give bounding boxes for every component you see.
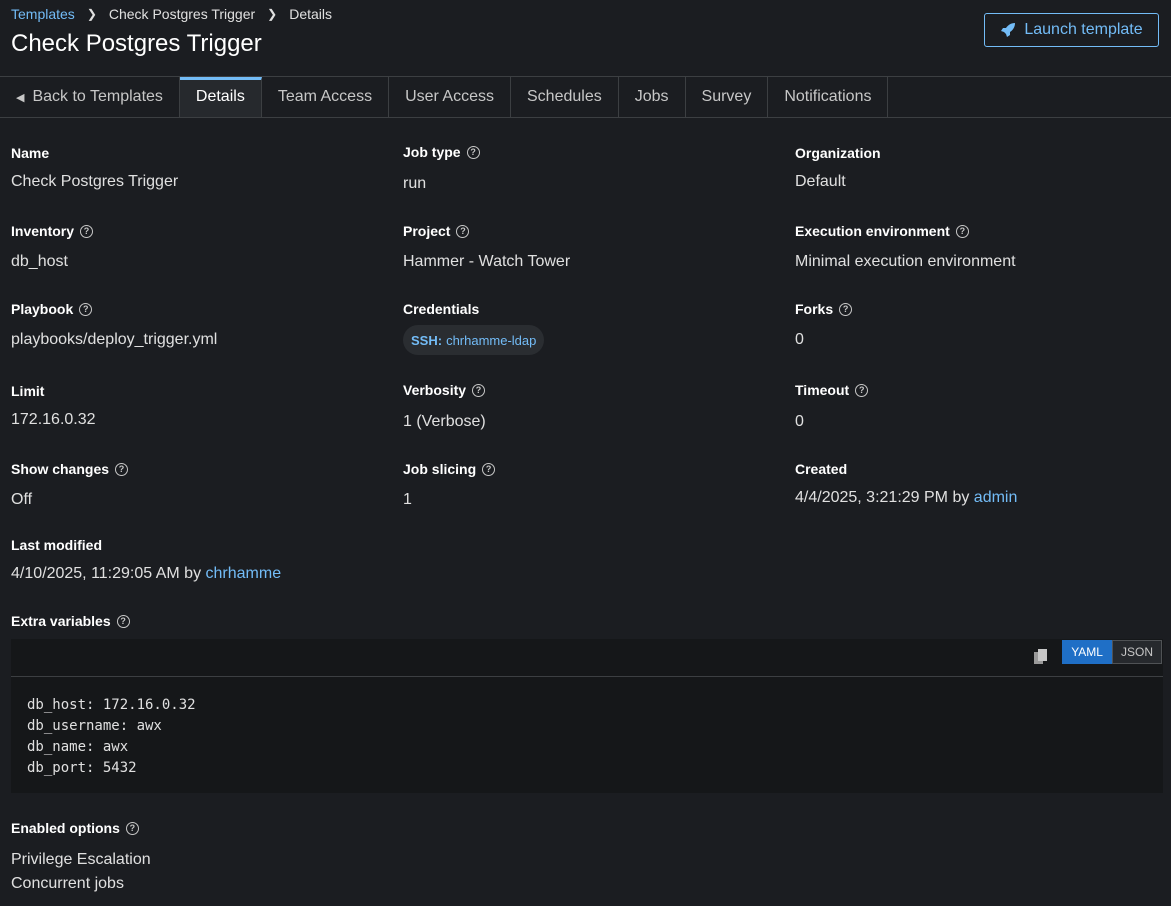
help-icon[interactable]: ? xyxy=(79,302,93,316)
name-value: Check Postgres Trigger xyxy=(11,173,179,190)
name-label: Name xyxy=(11,145,50,161)
credentials-label: Credentials xyxy=(403,301,480,317)
enabled-options-label: Enabled options? xyxy=(11,820,139,836)
organization-label: Organization xyxy=(795,145,881,161)
help-icon[interactable]: ? xyxy=(116,614,130,628)
extra-variables-editor: YAML JSON db_host: 172.16.0.32 db_userna… xyxy=(11,639,1163,793)
breadcrumb-template: Check Postgres Trigger xyxy=(108,6,256,22)
breadcrumb: Templates ❯ Check Postgres Trigger ❯ Det… xyxy=(11,6,332,22)
help-icon[interactable]: ? xyxy=(466,145,480,159)
help-icon[interactable]: ? xyxy=(955,224,969,238)
tab-notifications[interactable]: Notifications xyxy=(768,77,889,117)
tab-back-to-templates[interactable]: ◀ Back to Templates xyxy=(0,77,180,117)
created-date: 4/4/2025, 3:21:29 PM by xyxy=(795,489,970,506)
help-icon[interactable]: ? xyxy=(80,224,94,238)
tab-label: Back to Templates xyxy=(32,88,163,105)
tab-schedules[interactable]: Schedules xyxy=(511,77,619,117)
playbook-value: playbooks/deploy_trigger.yml xyxy=(11,331,218,348)
page-header: Templates ❯ Check Postgres Trigger ❯ Det… xyxy=(0,0,1171,76)
modified-by-user-link[interactable]: chrhamme xyxy=(206,565,282,582)
help-icon[interactable]: ? xyxy=(125,821,139,835)
project-label: Project? xyxy=(403,223,470,239)
help-icon[interactable]: ? xyxy=(115,462,129,476)
credential-chip[interactable]: SSH: chrhamme-ldap xyxy=(403,325,545,355)
details-content: Name Check Postgres Trigger Job type? ru… xyxy=(0,117,1171,906)
yaml-toggle-button[interactable]: YAML xyxy=(1062,640,1112,664)
help-icon[interactable]: ? xyxy=(839,302,853,316)
tab-survey[interactable]: Survey xyxy=(686,77,769,117)
option-concurrent-jobs: Concurrent jobs xyxy=(11,875,124,892)
verbosity-label: Verbosity? xyxy=(403,382,486,398)
help-icon[interactable]: ? xyxy=(855,383,869,397)
job-type-value: run xyxy=(403,175,427,192)
help-icon[interactable]: ? xyxy=(472,383,486,397)
limit-value: 172.16.0.32 xyxy=(11,411,96,428)
credential-type: SSH: xyxy=(411,332,443,348)
tab-team-access[interactable]: Team Access xyxy=(262,77,390,117)
verbosity-value: 1 (Verbose) xyxy=(403,413,486,430)
show-changes-label: Show changes? xyxy=(11,461,129,477)
organization-link[interactable]: Default xyxy=(795,173,846,191)
tab-jobs[interactable]: Jobs xyxy=(619,77,686,117)
page-title: Check Postgres Trigger xyxy=(11,30,262,57)
extra-variables-label: Extra variables? xyxy=(11,613,130,629)
limit-label: Limit xyxy=(11,383,45,399)
editor-toolbar: YAML JSON xyxy=(11,639,1163,677)
created-label: Created xyxy=(795,461,848,477)
tab-user-access[interactable]: User Access xyxy=(389,77,511,117)
json-toggle-button[interactable]: JSON xyxy=(1111,640,1162,664)
tab-details[interactable]: Details xyxy=(179,77,262,117)
caret-left-icon: ◀ xyxy=(16,91,25,104)
created-value: 4/4/2025, 3:21:29 PM by admin xyxy=(795,489,1017,507)
forks-value: 0 xyxy=(795,331,804,348)
launch-template-button[interactable]: Launch template xyxy=(984,13,1159,47)
tab-bar: ◀ Back to Templates Details Team Access U… xyxy=(0,76,1171,118)
extra-variables-code[interactable]: db_host: 172.16.0.32 db_username: awx db… xyxy=(11,677,1163,797)
help-icon[interactable]: ? xyxy=(456,224,470,238)
timeout-label: Timeout? xyxy=(795,382,869,398)
execution-environment-label: Execution environment? xyxy=(795,223,969,239)
inventory-label: Inventory? xyxy=(11,223,94,239)
rocket-icon xyxy=(1001,23,1016,37)
help-icon[interactable]: ? xyxy=(482,462,496,476)
execution-environment-link[interactable]: Minimal execution environment xyxy=(795,253,1016,271)
copy-icon[interactable] xyxy=(1034,649,1048,665)
launch-template-label: Launch template xyxy=(1024,21,1143,38)
inventory-link[interactable]: db_host xyxy=(11,253,68,271)
playbook-label: Playbook? xyxy=(11,301,93,317)
last-modified-label: Last modified xyxy=(11,537,103,553)
chevron-right-icon: ❯ xyxy=(86,7,97,21)
show-changes-value: Off xyxy=(11,491,33,508)
job-slicing-value: 1 xyxy=(403,491,412,508)
chevron-right-icon: ❯ xyxy=(267,7,278,21)
last-modified-value: 4/10/2025, 11:29:05 AM by chrhamme xyxy=(11,565,281,583)
timeout-value: 0 xyxy=(795,413,804,430)
forks-label: Forks? xyxy=(795,301,853,317)
project-link[interactable]: Hammer - Watch Tower xyxy=(403,253,570,271)
option-privilege-escalation: Privilege Escalation xyxy=(11,851,151,868)
job-slicing-label: Job slicing? xyxy=(403,461,496,477)
modified-date: 4/10/2025, 11:29:05 AM by xyxy=(11,565,202,582)
breadcrumb-current: Details xyxy=(289,6,333,22)
format-toggle: YAML JSON xyxy=(1062,640,1162,664)
job-type-label: Job type? xyxy=(403,144,480,160)
created-by-user-link[interactable]: admin xyxy=(974,489,1018,506)
credential-name: chrhamme-ldap xyxy=(446,332,537,348)
breadcrumb-templates[interactable]: Templates xyxy=(11,6,75,22)
